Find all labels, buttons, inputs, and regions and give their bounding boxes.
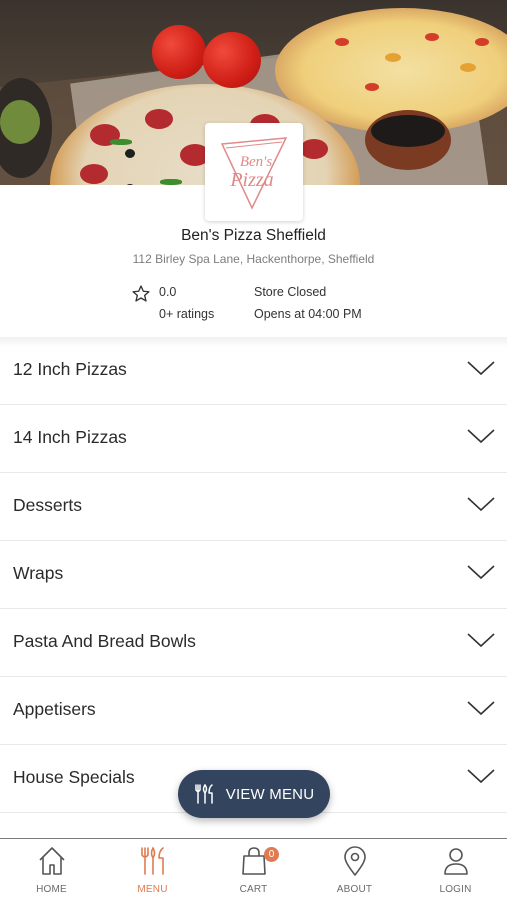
tab-cart[interactable]: 0 CART (203, 845, 304, 899)
chevron-down-icon[interactable] (467, 631, 495, 649)
category-label: Wraps (13, 563, 64, 583)
category-label: Appetisers (13, 699, 96, 719)
tab-menu[interactable]: MENU (102, 845, 203, 899)
tab-label: CART (239, 884, 268, 895)
cutlery-icon (140, 846, 164, 875)
rating-value: 0.0 (159, 285, 177, 299)
chevron-down-icon[interactable] (467, 495, 495, 513)
chevron-down-icon[interactable] (467, 427, 495, 445)
tab-label: HOME (36, 884, 67, 895)
category-label: 12 Inch Pizzas (13, 359, 127, 379)
cart-count-badge: 0 (264, 847, 279, 862)
category-item-14-inch-pizzas[interactable]: 14 Inch Pizzas (0, 405, 507, 473)
category-item-12-inch-pizzas[interactable]: 12 Inch Pizzas (0, 337, 507, 405)
user-icon (443, 848, 468, 875)
home-icon (38, 847, 65, 875)
category-label: Desserts (13, 495, 83, 515)
location-pin-icon (343, 846, 366, 876)
view-menu-button[interactable]: VIEW MENU (178, 770, 330, 818)
tab-about[interactable]: ABOUT (304, 845, 405, 899)
tab-home[interactable]: HOME (1, 845, 102, 899)
star-icon (132, 285, 150, 302)
store-status: Store Closed (254, 285, 327, 299)
rating-count: 0+ ratings (159, 307, 215, 321)
tab-label: LOGIN (439, 884, 472, 895)
tab-label: MENU (137, 884, 168, 895)
logo-text-top: Ben's (240, 154, 273, 170)
tab-label: ABOUT (336, 884, 373, 895)
category-item-appetisers[interactable]: Appetisers (0, 677, 507, 745)
chevron-down-icon[interactable] (467, 359, 495, 377)
category-item-wraps[interactable]: Wraps (0, 541, 507, 609)
category-item-pasta-and-bread-bowls[interactable]: Pasta And Bread Bowls (0, 609, 507, 677)
view-menu-label: VIEW MENU (225, 785, 315, 803)
store-info: Ben's Pizza Sheffield 112 Birley Spa Lan… (0, 185, 507, 337)
store-address: 112 Birley Spa Lane, Hackenthorpe, Sheff… (132, 252, 375, 266)
bottom-tab-bar: HOME MENU 0 CART ABOUT LOGIN (0, 838, 507, 900)
category-label: 14 Inch Pizzas (13, 427, 127, 447)
category-label: Pasta And Bread Bowls (13, 631, 196, 651)
category-item-desserts[interactable]: Desserts (0, 473, 507, 541)
chevron-down-icon[interactable] (467, 563, 495, 581)
tab-login[interactable]: LOGIN (405, 845, 506, 899)
chevron-down-icon[interactable] (467, 699, 495, 717)
store-hours: Opens at 04:00 PM (254, 307, 362, 321)
store-name: Ben's Pizza Sheffield (181, 227, 326, 244)
chevron-down-icon[interactable] (467, 767, 495, 785)
category-list: 12 Inch Pizzas 14 Inch Pizzas Desserts W… (0, 337, 507, 813)
cutlery-icon (195, 783, 213, 804)
category-label: House Specials (13, 767, 135, 787)
